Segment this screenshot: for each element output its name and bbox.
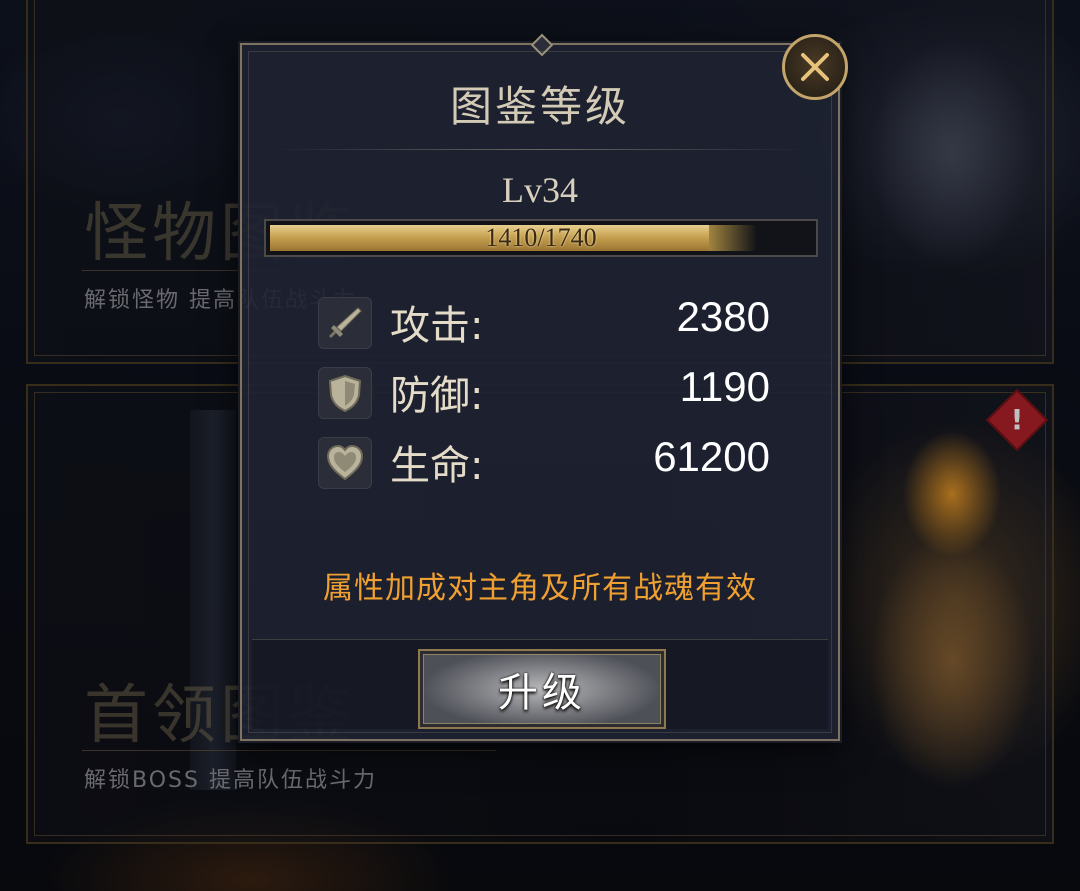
- upgrade-button-label: 升级: [498, 670, 586, 716]
- stat-value-attack: 2380: [676, 293, 770, 340]
- sword-icon: [318, 297, 372, 349]
- xp-progress-text: 1410/1740: [485, 223, 597, 252]
- upgrade-button[interactable]: 升级: [418, 649, 666, 729]
- stat-label-attack: 攻击:: [390, 303, 484, 349]
- stat-row-defense: 防御: 1190: [318, 363, 770, 419]
- title-divider: [272, 149, 808, 150]
- codex-level-dialog: 图鉴等级 Lv34 1410/1740 攻击: 2380 防御: 1190 生命…: [240, 33, 840, 741]
- stat-value-health: 61200: [653, 433, 770, 480]
- stat-label-health: 生命:: [390, 443, 484, 489]
- close-button[interactable]: [782, 34, 848, 100]
- stat-row-attack: 攻击: 2380: [318, 293, 770, 349]
- bonus-note: 属性加成对主角及所有战魂有效: [323, 571, 757, 606]
- xp-progress-bar: 1410/1740: [264, 219, 818, 257]
- stat-value-defense: 1190: [679, 363, 770, 410]
- shield-icon: [318, 367, 372, 419]
- close-icon: [801, 53, 829, 81]
- stat-label-defense: 防御:: [390, 373, 484, 419]
- stat-row-health: 生命: 61200: [318, 433, 770, 489]
- level-label: Lv34: [502, 170, 578, 210]
- heart-icon: [318, 437, 372, 489]
- dialog-title: 图鉴等级: [449, 85, 630, 131]
